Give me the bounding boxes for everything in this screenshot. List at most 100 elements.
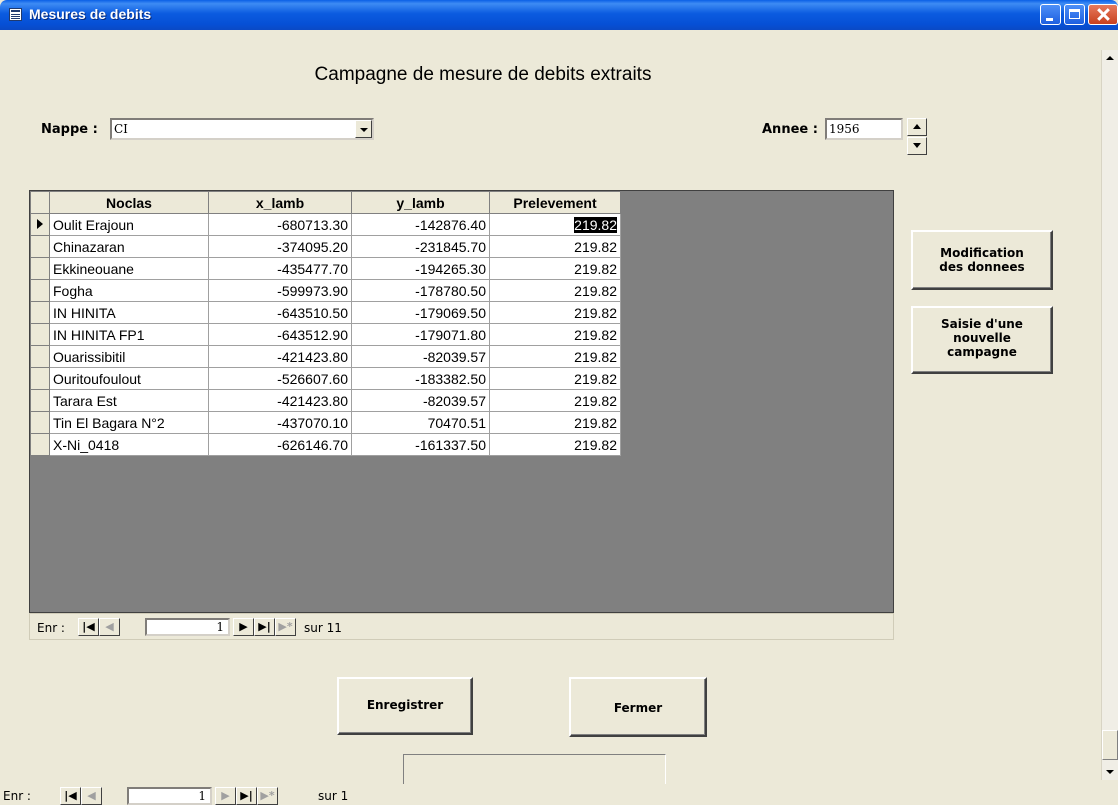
form-next-record-icon[interactable]: ▶ [215, 787, 236, 805]
record-selector[interactable] [30, 411, 50, 434]
annee-field[interactable]: 1956 [825, 118, 903, 140]
scroll-thumb[interactable] [1102, 730, 1118, 760]
form-previous-record-icon[interactable]: ◀ [81, 787, 102, 805]
table-cell-x-lamb[interactable]: -626146.70 [208, 433, 352, 456]
table-cell-x-lamb[interactable]: -643510.50 [208, 301, 352, 324]
table-cell-y-lamb[interactable]: 70470.51 [351, 411, 490, 434]
table-cell-prelevement[interactable]: 219.82 [489, 257, 621, 280]
close-button[interactable] [1088, 4, 1118, 25]
new-campaign-button[interactable]: Saisie d'une nouvelle campagne [911, 306, 1053, 374]
table-row[interactable]: Ouritoufoulout -526607.60 -183382.50 219.82 [30, 367, 621, 390]
table-cell-prelevement[interactable]: 219.82 [489, 433, 621, 456]
table-cell-x-lamb[interactable]: -421423.80 [208, 389, 352, 412]
table-cell-prelevement[interactable]: 219.82 [489, 345, 621, 368]
table-row[interactable]: IN HINITA FP1 -643512.90 -179071.80 219.82 [30, 323, 621, 346]
minimize-button[interactable] [1040, 4, 1061, 25]
table-row[interactable]: Tarara Est -421423.80 -82039.57 219.82 [30, 389, 621, 412]
record-selector[interactable] [30, 367, 50, 390]
table-cell-x-lamb[interactable]: -421423.80 [208, 345, 352, 368]
record-selector[interactable] [30, 279, 50, 302]
first-record-icon[interactable]: |◀ [78, 618, 99, 636]
table-cell-prelevement[interactable]: 219.82 [489, 213, 621, 236]
record-selector[interactable] [30, 257, 50, 280]
record-selector[interactable] [30, 345, 50, 368]
maximize-button[interactable] [1064, 4, 1085, 25]
table-cell-noclas[interactable]: Ekkineouane [49, 257, 209, 280]
table-cell-prelevement[interactable]: 219.82 [489, 235, 621, 258]
record-selector-header[interactable] [30, 191, 50, 214]
table-cell-noclas[interactable]: Tin El Bagara N°2 [49, 411, 209, 434]
column-header-noclas[interactable]: Noclas [49, 191, 209, 214]
vertical-scrollbar[interactable] [1101, 50, 1118, 780]
table-row[interactable]: Tin El Bagara N°2 -437070.10 70470.51 219.8… [30, 411, 621, 434]
table-cell-noclas[interactable]: Tarara Est [49, 389, 209, 412]
table-cell-y-lamb[interactable]: -179071.80 [351, 323, 490, 346]
record-selector[interactable] [30, 433, 50, 456]
table-row[interactable]: Ouarissibitil -421423.80 -82039.57 219.82 [30, 345, 621, 368]
table-row[interactable]: Chinazaran -374095.20 -231845.70 219.82 [30, 235, 621, 258]
table-cell-y-lamb[interactable]: -194265.30 [351, 257, 490, 280]
table-row[interactable]: Oulit Erajoun -680713.30 -142876.40 219.82 [30, 213, 621, 236]
annee-value[interactable]: 1956 [829, 122, 860, 136]
table-cell-noclas[interactable]: X-Ni_0418 [49, 433, 209, 456]
save-button[interactable]: Enregistrer [337, 677, 473, 735]
table-cell-x-lamb[interactable]: -435477.70 [208, 257, 352, 280]
table-cell-y-lamb[interactable]: -142876.40 [351, 213, 490, 236]
table-cell-x-lamb[interactable]: -437070.10 [208, 411, 352, 434]
table-cell-y-lamb[interactable]: -231845.70 [351, 235, 490, 258]
table-cell-x-lamb[interactable]: -680713.30 [208, 213, 352, 236]
table-cell-noclas[interactable]: Fogha [49, 279, 209, 302]
record-selector[interactable] [30, 389, 50, 412]
table-cell-y-lamb[interactable]: -82039.57 [351, 345, 490, 368]
table-cell-x-lamb[interactable]: -599973.90 [208, 279, 352, 302]
record-selector[interactable] [30, 213, 50, 236]
close-form-button[interactable]: Fermer [569, 677, 707, 737]
year-decrement-icon[interactable] [907, 137, 927, 155]
table-cell-y-lamb[interactable]: -183382.50 [351, 367, 490, 390]
table-cell-x-lamb[interactable]: -643512.90 [208, 323, 352, 346]
table-cell-y-lamb[interactable]: -179069.50 [351, 301, 490, 324]
table-row[interactable]: Fogha -599973.90 -178780.50 219.82 [30, 279, 621, 302]
nappe-combobox[interactable]: CI [110, 118, 374, 140]
form-new-record-icon[interactable]: ▶* [257, 787, 278, 805]
table-cell-prelevement[interactable]: 219.82 [489, 301, 621, 324]
table-cell-noclas[interactable]: Oulit Erajoun [49, 213, 209, 236]
new-record-icon[interactable]: ▶* [275, 618, 296, 636]
year-increment-icon[interactable] [907, 118, 927, 136]
record-selector[interactable] [30, 235, 50, 258]
table-cell-y-lamb[interactable]: -82039.57 [351, 389, 490, 412]
table-cell-y-lamb[interactable]: -178780.50 [351, 279, 490, 302]
table-cell-noclas[interactable]: IN HINITA [49, 301, 209, 324]
table-cell-prelevement[interactable]: 219.82 [489, 367, 621, 390]
table-cell-y-lamb[interactable]: -161337.50 [351, 433, 490, 456]
scroll-down-arrow-icon[interactable] [1102, 763, 1118, 780]
table-cell-x-lamb[interactable]: -374095.20 [208, 235, 352, 258]
table-row[interactable]: IN HINITA -643510.50 -179069.50 219.82 [30, 301, 621, 324]
form-current-record-field[interactable]: 1 [127, 787, 212, 805]
table-cell-noclas[interactable]: Ouritoufoulout [49, 367, 209, 390]
modification-button[interactable]: Modification des donnees [911, 230, 1053, 290]
dropdown-arrow-icon[interactable] [355, 120, 372, 138]
nappe-value[interactable]: CI [114, 122, 128, 136]
scroll-up-arrow-icon[interactable] [1102, 50, 1118, 67]
form-first-record-icon[interactable]: |◀ [60, 787, 81, 805]
table-cell-prelevement[interactable]: 219.82 [489, 411, 621, 434]
table-row[interactable]: Ekkineouane -435477.70 -194265.30 219.82 [30, 257, 621, 280]
column-header-prelevement[interactable]: Prelevement [489, 191, 621, 214]
table-cell-prelevement[interactable]: 219.82 [489, 279, 621, 302]
record-selector[interactable] [30, 301, 50, 324]
current-record-field[interactable]: 1 [145, 618, 230, 636]
table-cell-x-lamb[interactable]: -526607.60 [208, 367, 352, 390]
next-record-icon[interactable]: ▶ [233, 618, 254, 636]
table-cell-noclas[interactable]: Ouarissibitil [49, 345, 209, 368]
column-header-x-lamb[interactable]: x_lamb [208, 191, 352, 214]
record-selector[interactable] [30, 323, 50, 346]
table-cell-prelevement[interactable]: 219.82 [489, 389, 621, 412]
table-cell-prelevement[interactable]: 219.82 [489, 323, 621, 346]
table-row[interactable]: X-Ni_0418 -626146.70 -161337.50 219.82 [30, 433, 621, 456]
previous-record-icon[interactable]: ◀ [99, 618, 120, 636]
column-header-y-lamb[interactable]: y_lamb [351, 191, 490, 214]
last-record-icon[interactable]: ▶| [254, 618, 275, 636]
table-cell-noclas[interactable]: Chinazaran [49, 235, 209, 258]
table-cell-noclas[interactable]: IN HINITA FP1 [49, 323, 209, 346]
